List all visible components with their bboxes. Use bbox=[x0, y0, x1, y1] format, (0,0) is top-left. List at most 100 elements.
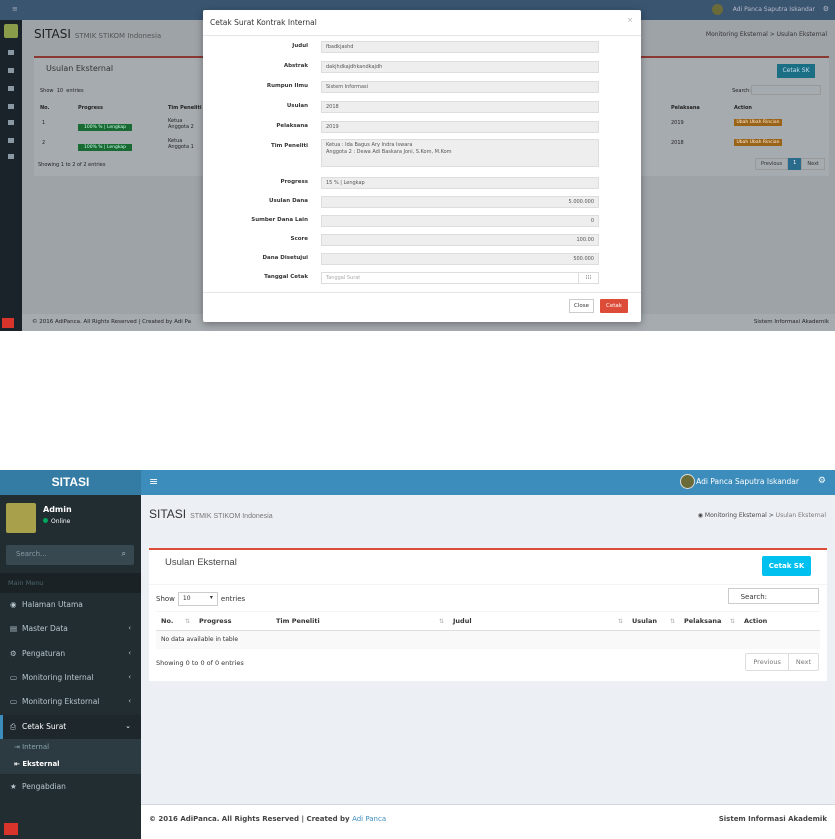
sidebar-item-master-data[interactable]: ▤ Master Data ‹ bbox=[0, 617, 141, 642]
page-1-button[interactable]: 1 bbox=[788, 158, 802, 170]
sidebar-item-halaman-utama[interactable]: ◉ Halaman Utama bbox=[0, 593, 141, 618]
col-pelaksana[interactable]: Pelaksana bbox=[671, 105, 700, 111]
pagination: Previous Next bbox=[745, 653, 819, 671]
pagination: Previous 1 Next bbox=[755, 158, 825, 170]
col-action[interactable]: Action bbox=[739, 611, 820, 631]
footer: © 2016 AdiPanca. All Rights Reserved | C… bbox=[141, 804, 835, 839]
modal-footer: Close Cetak bbox=[203, 292, 641, 322]
sidebar-icon[interactable] bbox=[8, 138, 14, 143]
breadcrumb-parent[interactable]: Monitoring Eksternal bbox=[705, 512, 767, 519]
previous-button[interactable]: Previous bbox=[746, 654, 787, 670]
progress-field[interactable]: 15 % | Lengkap bbox=[321, 177, 599, 189]
search-icon[interactable]: ⌕ bbox=[122, 549, 126, 559]
col-no[interactable]: No. ⇅ bbox=[156, 611, 194, 631]
chevron-left-icon: ‹ bbox=[128, 697, 131, 705]
row-no: 1 bbox=[42, 120, 46, 126]
col-pelaksana[interactable]: Pelaksana ⇅ bbox=[679, 611, 739, 631]
score-field[interactable]: 100.00 bbox=[321, 234, 599, 246]
sidebar-item-cetak-surat[interactable]: ⎙ Cetak Surat ⌄ bbox=[0, 715, 141, 740]
search-input[interactable]: Search... ⌕ bbox=[6, 545, 134, 565]
top-navbar: ≡ Adi Panca Saputra Iskandar ⚙ bbox=[141, 470, 835, 495]
usulan-dana-field[interactable]: 5.000.000 bbox=[321, 196, 599, 208]
rumpun-ilmu-field[interactable]: Sistem Informasi bbox=[321, 81, 599, 93]
entries-select[interactable]: 10 ▾ bbox=[177, 592, 218, 606]
app-logo-icon bbox=[2, 318, 14, 328]
tanggal-cetak-field[interactable]: Tanggal Surat ⁝⁝⁝ bbox=[321, 272, 599, 284]
gears-icon[interactable]: ⚙ bbox=[818, 476, 826, 486]
sidebar-item-pengaturan[interactable]: ⚙ Pengaturan ‹ bbox=[0, 642, 141, 667]
dana-disetujui-field[interactable]: 500.000 bbox=[321, 253, 599, 265]
close-icon[interactable]: × bbox=[627, 16, 633, 24]
col-progress[interactable]: Progress bbox=[194, 611, 271, 631]
row-tim: Ketua Anggota 1 bbox=[168, 138, 194, 150]
online-icon bbox=[43, 518, 48, 523]
cetak-button[interactable]: Cetak bbox=[600, 299, 628, 313]
col-tim-peneliti[interactable]: Tim Peneliti bbox=[168, 105, 202, 111]
table-info: Showing 1 to 2 of 2 entries bbox=[38, 162, 106, 168]
app-logo-icon bbox=[4, 823, 18, 835]
footer-app-name: Sistem Informasi Akademik bbox=[718, 815, 827, 823]
sidebar-subitem-internal[interactable]: ⇥ Internal bbox=[0, 739, 141, 756]
search-label: Search: bbox=[732, 88, 751, 94]
close-button[interactable]: Close bbox=[569, 299, 594, 313]
calendar-icon[interactable]: ⁝⁝⁝ bbox=[578, 273, 598, 283]
chevron-left-icon: ‹ bbox=[128, 673, 131, 681]
page-title: SITASI STMIK STIKOM Indonesia bbox=[34, 27, 162, 41]
tim-peneliti-field[interactable]: Ketua : Ida Bagus Ary Indra Iswara Anggo… bbox=[321, 139, 599, 167]
screenshot-modal-view: ≡ Adi Panca Saputra Iskandar ⚙ SITASI STM… bbox=[0, 0, 835, 331]
footer-link[interactable]: Adi Panca bbox=[352, 815, 386, 823]
col-progress[interactable]: Progress bbox=[78, 105, 103, 111]
cetak-sk-button[interactable]: Cetak SK bbox=[762, 556, 811, 576]
app-logo[interactable]: SITASI bbox=[0, 470, 141, 495]
row-pelaksana: 2019 bbox=[671, 120, 684, 126]
usulan-field[interactable]: 2018 bbox=[321, 101, 599, 113]
user-menu[interactable]: Adi Panca Saputra Iskandar bbox=[733, 6, 815, 13]
modal-header: Cetak Surat Kontrak Internal × bbox=[203, 10, 641, 36]
gear-icon[interactable]: ⚙ bbox=[823, 5, 829, 13]
search-input[interactable] bbox=[751, 85, 821, 95]
print-icon: ⎙ bbox=[10, 722, 16, 731]
sidebar-icon[interactable] bbox=[8, 50, 14, 55]
col-judul[interactable]: Judul ⇅ bbox=[448, 611, 627, 631]
next-button[interactable]: Next bbox=[787, 654, 818, 670]
col-no[interactable]: No. bbox=[40, 105, 50, 111]
show-entries: Show 10 ▾ entries bbox=[156, 592, 245, 606]
breadcrumb-current: Usulan Eksternal bbox=[775, 512, 826, 519]
chevron-left-icon: ‹ bbox=[128, 649, 131, 657]
cetak-sk-button[interactable]: Cetak SK bbox=[777, 64, 815, 78]
box-title: Usulan Eksternal bbox=[46, 64, 114, 73]
footer-copyright: © 2016 AdiPanca. All Rights Reserved | C… bbox=[149, 815, 387, 823]
hamburger-icon[interactable]: ≡ bbox=[149, 475, 158, 488]
sidebar-item-monitoring-internal[interactable]: ▭ Monitoring Internal ‹ bbox=[0, 666, 141, 691]
sidebar-icon[interactable] bbox=[8, 86, 14, 91]
sidebar-subitem-eksternal[interactable]: ⇤ Eksternal bbox=[0, 756, 141, 774]
sidebar-icon[interactable] bbox=[8, 154, 14, 159]
next-button[interactable]: Next bbox=[801, 158, 825, 170]
sidebar-icon[interactable] bbox=[8, 104, 14, 109]
hamburger-icon[interactable]: ≡ bbox=[12, 5, 18, 13]
chevron-down-icon: ⌄ bbox=[125, 722, 131, 730]
sidebar-item-monitoring-eksternal[interactable]: ▭ Monitoring Ekstornal ‹ bbox=[0, 690, 141, 715]
abstrak-field[interactable]: dakjhdkajdhkandkajdh bbox=[321, 61, 599, 73]
sidebar-icon[interactable] bbox=[8, 120, 14, 125]
pelaksana-field[interactable]: 2019 bbox=[321, 121, 599, 133]
row-pelaksana: 2018 bbox=[671, 140, 684, 146]
modal-title: Cetak Surat Kontrak Internal bbox=[210, 18, 317, 27]
sidebar: Admin Online Search... ⌕ Main Menu ◉ Halam… bbox=[0, 495, 141, 839]
menu-header: Main Menu bbox=[0, 573, 141, 593]
sidebar-item-pengabdian[interactable]: ★ Pengabdian bbox=[0, 775, 141, 800]
sidebar-icon[interactable] bbox=[8, 68, 14, 73]
star-icon: ★ bbox=[10, 782, 17, 791]
empty-row: No data available in table bbox=[156, 630, 820, 649]
user-menu[interactable]: Adi Panca Saputra Iskandar bbox=[696, 477, 799, 486]
page-title: SITASI STMIK STIKOM Indonesia bbox=[149, 507, 273, 521]
sumber-dana-lain-field[interactable]: 0 bbox=[321, 215, 599, 227]
col-tim-peneliti[interactable]: Tim Peneliti ⇅ bbox=[271, 611, 448, 631]
ubah-button[interactable]: Ubah Ubah Rincian bbox=[734, 139, 782, 146]
judul-field[interactable]: fbadkjashd bbox=[321, 41, 599, 53]
search-input[interactable] bbox=[728, 588, 819, 604]
ubah-button[interactable]: Ubah Ubah Rincian bbox=[734, 119, 782, 126]
col-action[interactable]: Action bbox=[734, 105, 752, 111]
previous-button[interactable]: Previous bbox=[755, 158, 789, 170]
col-usulan[interactable]: Usulan ⇅ bbox=[627, 611, 679, 631]
